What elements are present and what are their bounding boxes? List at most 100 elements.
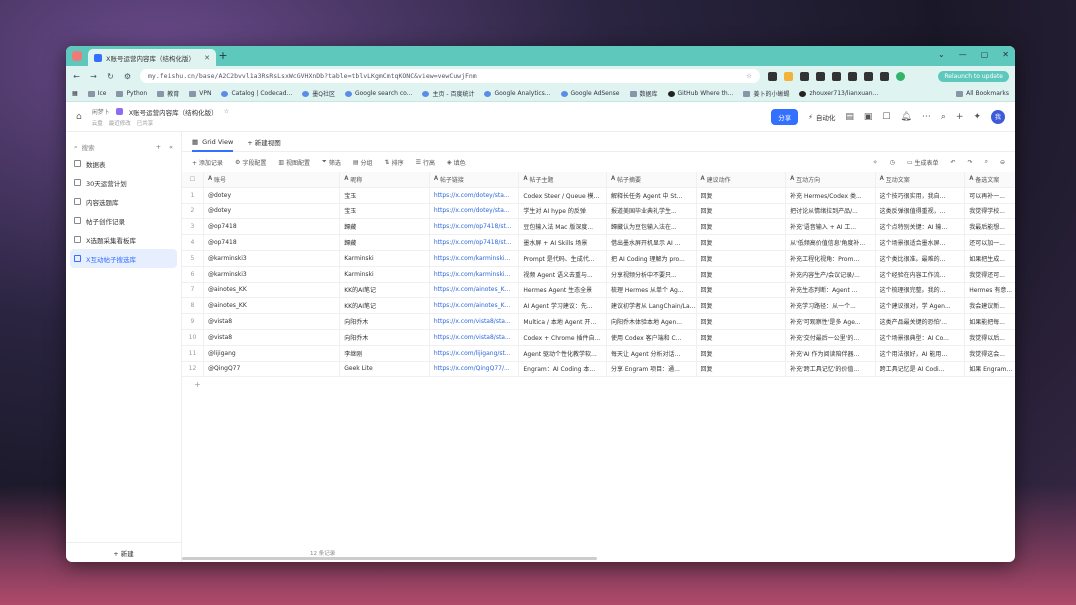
browser-tab[interactable]: X账号运营内容库（结构化版） ✕ <box>88 49 216 66</box>
table-cell-topic[interactable]: Engram：AI Coding 本... <box>519 361 607 377</box>
table-row[interactable]: 12 @QingQ77 Geek Lite https://x.com/QingQ77… <box>182 361 1015 378</box>
extension-icon[interactable] <box>848 71 857 81</box>
update-button[interactable]: Relaunch to update <box>938 70 1009 82</box>
table-cell-summary[interactable]: 借出墨水屏开机显示 AI ... <box>607 235 697 250</box>
bookmark-item[interactable]: Python <box>116 90 147 97</box>
table-cell-handle[interactable]: @QingQ77 <box>204 361 341 377</box>
table-cell-topic[interactable]: Multica / 本地 Agent 开... <box>519 314 607 329</box>
table-cell-handle[interactable]: @karminski3 <box>204 266 341 282</box>
column-header[interactable]: 𝐀 账号 <box>204 172 341 187</box>
view-config-button[interactable]: ▥ 视图配置 <box>278 158 310 167</box>
maximize-icon[interactable]: ▢ <box>981 50 989 59</box>
table-cell-action[interactable]: 回复 <box>697 266 787 282</box>
table-cell-nick[interactable]: Karminski <box>340 266 430 282</box>
table-cell-topic[interactable]: AI Agent 学习建议：先... <box>519 298 607 314</box>
extension-icon[interactable] <box>784 71 793 81</box>
table-cell-handle[interactable]: @op7418 <box>204 219 341 235</box>
table-cell-summary[interactable]: 分享视频分析中不要只... <box>607 266 697 282</box>
profile-icon[interactable] <box>896 71 905 81</box>
table-cell-nick[interactable]: KK的AI笔记 <box>340 298 430 314</box>
table-cell-idx[interactable]: 1 <box>182 187 204 203</box>
table-cell-dir[interactable]: 补充内容生产/会议记录/... <box>786 266 876 282</box>
more-icon[interactable]: ⋯ <box>922 112 931 122</box>
back-icon[interactable]: ← <box>72 72 81 81</box>
table-cell-link[interactable]: https://x.com/op7418/st... <box>430 235 520 250</box>
table-cell-alt[interactable]: 我觉得以后... <box>965 330 1015 345</box>
bookmark-item[interactable]: VPN <box>189 90 211 97</box>
close-icon[interactable]: ✕ <box>1002 50 1009 59</box>
forward-icon[interactable]: → <box>89 72 98 81</box>
comment-icon[interactable]: ☐ <box>882 112 890 122</box>
ai-icon[interactable]: ✧ <box>873 158 878 167</box>
table-cell-action[interactable]: 回复 <box>697 250 787 266</box>
column-header[interactable]: 𝐀 互动文案 <box>876 172 966 187</box>
close-tab-icon[interactable]: ✕ <box>204 54 210 62</box>
column-header[interactable]: 𝐀 备选文案 <box>965 172 1015 187</box>
sparkle-icon[interactable]: ✦ <box>973 112 981 122</box>
table-cell-action[interactable]: 回复 <box>697 203 787 219</box>
table-cell-summary[interactable]: 建议初学者从 LangChain/La... <box>607 298 697 314</box>
table-cell-idx[interactable]: 5 <box>182 250 204 266</box>
table-row[interactable]: 9 @vista8 向阳乔木 https://x.com/vista8/sta... M… <box>182 314 1015 330</box>
table-cell-copy[interactable]: 这个用法很好，AI 能用... <box>876 345 966 361</box>
template-icon[interactable]: ▤ <box>845 112 854 122</box>
table-cell-summary[interactable]: 解释长任务 Agent 中 St... <box>607 187 697 203</box>
table-cell-action[interactable]: 回复 <box>697 345 787 361</box>
table-cell-summary[interactable]: 每天让 Agent 分析对话... <box>607 345 697 361</box>
table-row[interactable]: 7 @ainotes_KK KK的AI笔记 https://x.com/ainotes… <box>182 282 1015 299</box>
extension-icon[interactable] <box>816 71 825 81</box>
table-cell-idx[interactable]: 4 <box>182 235 204 250</box>
table-cell-handle[interactable]: @dotey <box>204 187 341 203</box>
table-cell-handle[interactable]: @op7418 <box>204 235 341 250</box>
new-tab-button[interactable]: + <box>216 49 230 63</box>
table-cell-nick[interactable]: 李继刚 <box>340 345 430 361</box>
table-cell-link[interactable]: https://x.com/karminski... <box>430 250 520 266</box>
row-height-button[interactable]: ☰ 行高 <box>416 158 435 167</box>
redo-icon[interactable]: ↷ <box>968 158 973 167</box>
horizontal-scrollbar[interactable] <box>182 557 597 560</box>
automation-button[interactable]: ⚡ 自动化 <box>808 112 835 122</box>
table-cell-action[interactable]: 回复 <box>697 235 787 250</box>
column-header[interactable]: 𝐀 昵称 <box>340 172 430 187</box>
search-icon[interactable]: ⌕ <box>941 112 946 122</box>
share-button[interactable]: 分享 <box>771 108 799 125</box>
table-cell-nick[interactable]: 歸藏 <box>340 235 430 250</box>
download-icon[interactable] <box>880 71 889 81</box>
table-cell-nick[interactable]: 歸藏 <box>340 219 430 235</box>
table-cell-summary[interactable]: 把 AI Coding 理解为 pro... <box>607 250 697 266</box>
more-icon[interactable]: ⊖ <box>1000 158 1005 167</box>
bell-icon[interactable]: 🔔︎ <box>900 112 911 122</box>
search-icon[interactable]: ⌕ <box>985 158 988 167</box>
bookmark-item[interactable]: GitHub Where th... <box>667 90 733 97</box>
fill-color-button[interactable]: ◈ 填色 <box>447 158 466 167</box>
sidebar-search[interactable]: ⌕ 搜索 + « <box>66 140 181 154</box>
select-all-checkbox[interactable]: ☐ <box>182 172 204 187</box>
table-cell-nick[interactable]: KK的AI笔记 <box>340 282 430 298</box>
column-header[interactable]: 𝐀 帖子主题 <box>519 172 607 187</box>
table-row[interactable]: 8 @ainotes_KK KK的AI笔记 https://x.com/ainotes… <box>182 298 1015 315</box>
table-cell-alt[interactable]: 还可以加一... <box>965 235 1015 250</box>
table-cell-handle[interactable]: @dotey <box>204 203 341 219</box>
new-view-button[interactable]: + 新建视图 <box>247 137 281 147</box>
table-cell-dir[interactable]: 补充'交付最后一公里'的... <box>786 329 876 345</box>
crumb-root[interactable]: 闲梦卜 <box>92 107 110 116</box>
table-cell-dir[interactable]: 补充'跨工具记忆'的价值... <box>786 361 876 377</box>
group-button[interactable]: ▤ 分组 <box>353 158 373 167</box>
column-header[interactable]: 𝐀 帖子链接 <box>430 172 520 187</box>
bookmark-item[interactable]: Ice <box>87 90 106 97</box>
table-cell-topic[interactable]: Agent 驱动个性化教学软... <box>519 345 607 361</box>
undo-icon[interactable]: ↶ <box>951 158 956 167</box>
field-config-button[interactable]: ⚙ 字段配置 <box>235 158 266 167</box>
collapse-icon[interactable]: « <box>169 143 173 151</box>
table-cell-topic[interactable]: Codex + Chrome 插件自... <box>519 329 607 345</box>
table-cell-alt[interactable]: 我觉得还可... <box>965 267 1015 282</box>
table-cell-link[interactable]: https://x.com/dotey/sta... <box>430 187 520 203</box>
column-header[interactable]: 𝐀 互动方向 <box>786 172 876 187</box>
table-cell-action[interactable]: 回复 <box>697 329 787 345</box>
table-cell-summary[interactable]: 使用 Codex 客户端和 C... <box>607 329 697 345</box>
table-cell-summary[interactable]: 歸藏认为豆包输入法在... <box>607 219 697 235</box>
table-cell-action[interactable]: 回复 <box>697 282 787 298</box>
site-info-icon[interactable]: ⚙ <box>123 72 132 81</box>
table-row[interactable]: 2 @dotey 宝玉 https://x.com/dotey/sta... 学生对 A… <box>182 203 1015 220</box>
table-cell-action[interactable]: 回复 <box>697 361 787 377</box>
